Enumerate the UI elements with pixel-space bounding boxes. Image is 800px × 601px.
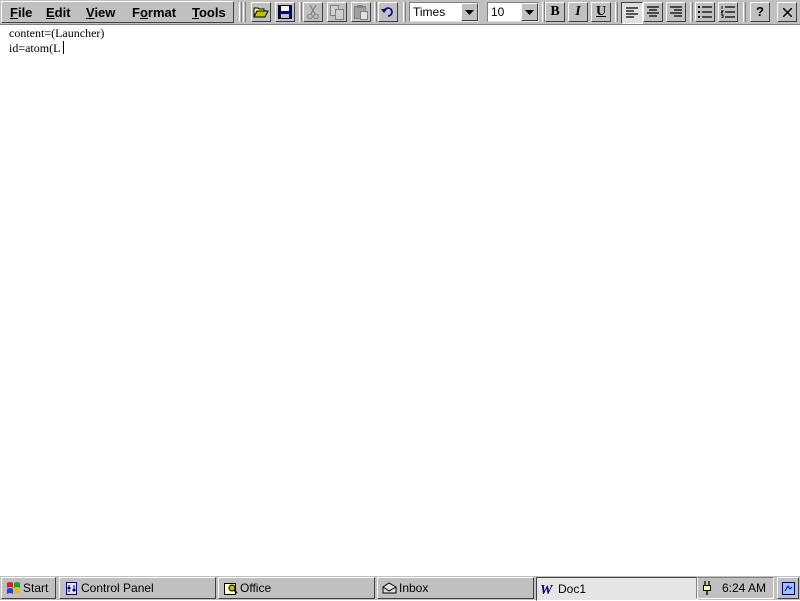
copy-icon xyxy=(329,4,345,20)
show-desktop-icon xyxy=(780,580,796,596)
cut-button[interactable] xyxy=(303,2,323,22)
command-bar: File Edit View Format Tools Times 10 B I… xyxy=(0,0,800,25)
menu-edit[interactable]: Edit xyxy=(46,5,71,21)
menu-edit-accelerator: E xyxy=(46,5,55,20)
font-size-value: 10 xyxy=(491,5,505,19)
task-control-panel[interactable]: Control Panel xyxy=(59,577,216,599)
font-name-combo[interactable]: Times xyxy=(409,2,479,22)
menu-format-label-pre: F xyxy=(132,5,140,20)
help-icon: ? xyxy=(756,4,764,19)
task-office[interactable]: Office xyxy=(218,577,375,599)
menu-tools-label: ools xyxy=(198,5,226,20)
align-left-icon xyxy=(626,7,638,19)
start-label: Start xyxy=(23,581,49,595)
bold-button[interactable]: B xyxy=(545,2,565,22)
menu-file-accelerator: F xyxy=(10,5,18,20)
menu-format[interactable]: Format xyxy=(132,5,176,21)
power-plug-icon[interactable] xyxy=(700,580,718,596)
toolbar-separator-3 xyxy=(403,2,406,22)
document-area[interactable]: content=(Launcher) id=atom(L xyxy=(0,25,800,575)
numbering-icon xyxy=(721,6,735,18)
task-doc1[interactable]: W Doc1 xyxy=(536,577,698,601)
numbering-button[interactable] xyxy=(718,2,738,22)
menu-file-label: ile xyxy=(17,5,33,20)
menu-tools-accelerator: T xyxy=(192,5,199,20)
paste-button[interactable] xyxy=(351,2,371,22)
underline-icon: U xyxy=(595,4,607,19)
task-label: Control Panel xyxy=(81,581,154,595)
windows-logo-icon xyxy=(5,580,21,596)
menu-edit-label: dit xyxy=(54,5,71,20)
toolbar-separator-2 xyxy=(374,2,377,22)
task-inbox[interactable]: Inbox xyxy=(377,577,534,599)
font-size-combo[interactable]: 10 xyxy=(487,2,539,22)
inbox-icon xyxy=(381,580,397,596)
open-icon xyxy=(253,5,269,19)
close-icon xyxy=(782,7,792,17)
align-left-button[interactable] xyxy=(621,2,643,24)
open-button[interactable] xyxy=(251,2,271,22)
chevron-down-icon[interactable] xyxy=(521,3,538,21)
align-right-button[interactable] xyxy=(666,2,686,22)
control-panel-icon xyxy=(63,580,79,596)
toolbar-separator-5 xyxy=(615,2,618,22)
toolbar-grip-2[interactable] xyxy=(243,2,246,22)
menu-file[interactable]: File xyxy=(10,5,32,21)
toolbar-separator xyxy=(299,2,302,22)
align-center-button[interactable] xyxy=(643,2,663,22)
save-button[interactable] xyxy=(275,2,295,22)
task-label: Doc1 xyxy=(558,582,587,596)
toolbar-separator-7 xyxy=(743,2,746,22)
document-line[interactable]: id=atom(L xyxy=(9,41,60,55)
menu-bar: File Edit View Format Tools xyxy=(1,1,234,23)
align-center-icon xyxy=(647,6,659,18)
task-label: Office xyxy=(240,581,272,595)
toolbar-separator-6 xyxy=(690,2,693,22)
italic-button[interactable]: I xyxy=(568,2,588,22)
font-name-value: Times xyxy=(413,5,446,19)
menu-format-label: rmat xyxy=(147,5,177,20)
italic-icon: I xyxy=(575,4,581,19)
close-button[interactable] xyxy=(777,2,797,22)
start-button[interactable]: Start xyxy=(1,577,56,599)
office-icon xyxy=(222,580,238,596)
toolbar-grip[interactable] xyxy=(239,2,242,22)
menu-format-accelerator: o xyxy=(139,5,148,20)
align-right-icon xyxy=(670,6,682,18)
taskbar: Start Control Panel Office Inbox W Doc1 … xyxy=(0,575,800,601)
show-desktop-button[interactable] xyxy=(777,577,799,599)
undo-button[interactable] xyxy=(378,2,398,22)
copy-button[interactable] xyxy=(327,2,347,22)
bullets-button[interactable] xyxy=(695,2,715,22)
bullets-icon xyxy=(698,6,712,18)
help-button[interactable]: ? xyxy=(750,2,770,22)
text-caret xyxy=(63,41,64,54)
bold-icon: B xyxy=(550,4,560,19)
word-icon: W xyxy=(540,581,556,597)
menu-view[interactable]: View xyxy=(86,5,115,21)
svg-text:W: W xyxy=(540,583,554,596)
underline-button[interactable]: U xyxy=(591,2,611,22)
save-icon xyxy=(278,5,292,19)
menu-tools[interactable]: Tools xyxy=(192,5,226,21)
clock[interactable]: 6:24 AM xyxy=(722,581,766,595)
chevron-down-icon[interactable] xyxy=(461,3,478,21)
paste-icon xyxy=(353,4,369,20)
menu-view-label: iew xyxy=(94,5,116,20)
task-label: Inbox xyxy=(399,581,429,595)
document-line[interactable]: content=(Launcher) xyxy=(9,26,104,40)
undo-icon xyxy=(381,6,395,18)
cut-icon xyxy=(307,4,319,20)
system-tray: 6:24 AM xyxy=(696,577,774,599)
